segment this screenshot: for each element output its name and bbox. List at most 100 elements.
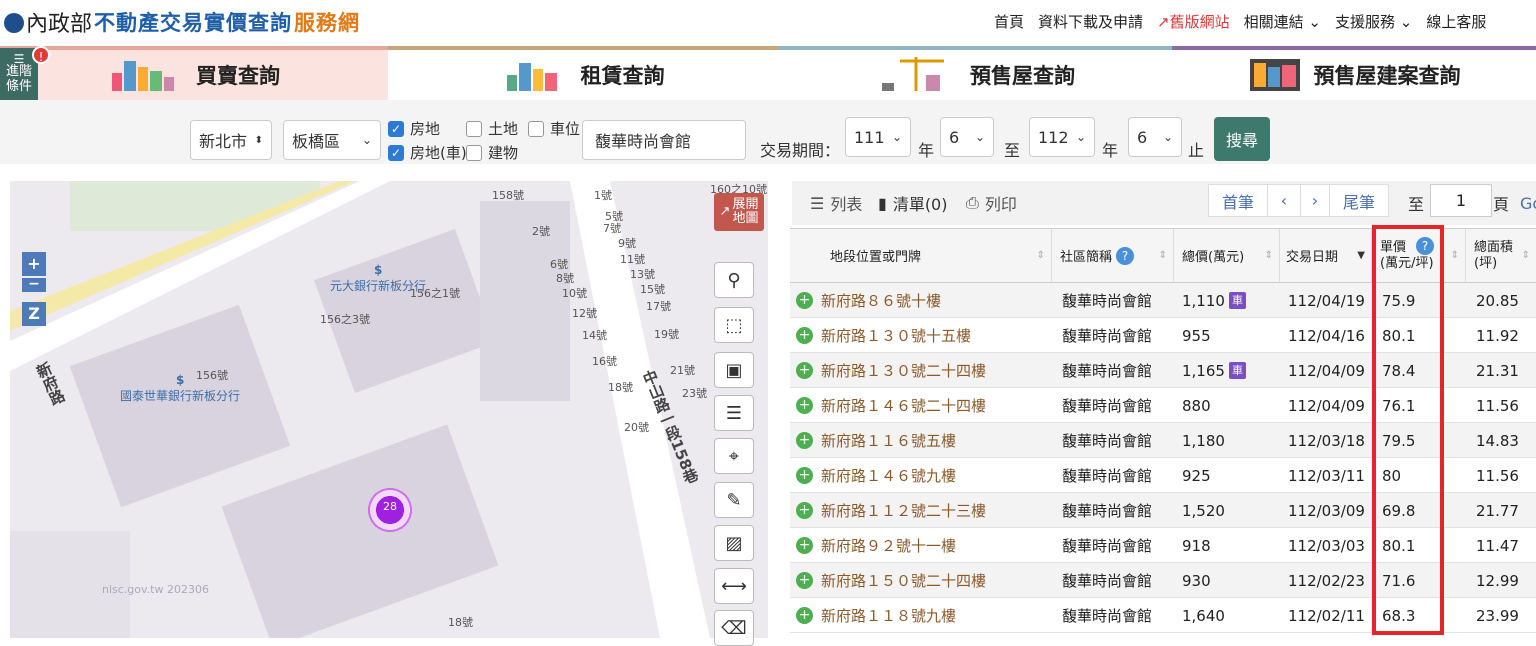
expand-row-icon[interactable]: + <box>796 397 813 414</box>
col-header-date[interactable]: 交易日期 ▼ <box>1280 229 1372 283</box>
draw-tool-button[interactable]: ✎ <box>714 482 754 518</box>
tab-sale[interactable]: 買賣查詢 <box>0 46 388 100</box>
checkbox-land[interactable]: 土地 <box>466 118 518 139</box>
external-link-icon: ↗ <box>719 204 731 219</box>
cell-address[interactable]: + 新府路１４６號九樓 <box>796 458 956 493</box>
zoom-out-button[interactable]: − <box>22 277 46 292</box>
col-header-total-price[interactable]: 總價(萬元) ⇕ <box>1174 229 1280 283</box>
address-text[interactable]: 新府路１５０號二十四樓 <box>821 570 986 591</box>
expand-row-icon[interactable]: + <box>796 537 813 554</box>
cell-area: 20.85 <box>1476 291 1519 310</box>
to-month-select[interactable]: 6 ⌄ <box>1128 117 1182 157</box>
alert-badge: ! <box>32 46 50 64</box>
checkbox-building[interactable]: 建物 <box>466 142 518 163</box>
to-year-select[interactable]: 112 ⌄ <box>1029 117 1095 157</box>
tab-presale[interactable]: 預售屋查詢 <box>779 46 1172 100</box>
advanced-conditions-button[interactable]: ☰ 進階條件 ! <box>0 46 50 104</box>
map-label: 18號 <box>608 381 633 394</box>
map-view[interactable]: 158號 1號 2號 5號 7號 9號 6號 11號 8號 13號 10號 15… <box>10 181 768 638</box>
col-header-area[interactable]: 總面積 (坪) ⇕ <box>1466 229 1536 283</box>
nav-old-site[interactable]: ↗舊版網站 <box>1157 11 1230 32</box>
measure-button[interactable]: ⟷ <box>714 568 754 604</box>
layers-button[interactable]: ☰ <box>714 395 754 431</box>
eraser-button[interactable]: ⌫ <box>714 610 754 646</box>
tab-rent[interactable]: 租賃查詢 <box>388 46 779 100</box>
next-page-button[interactable]: › <box>1300 184 1330 217</box>
pen-icon: ✎ <box>726 489 742 511</box>
prev-page-button[interactable]: ‹ <box>1267 184 1301 217</box>
district-select[interactable]: 板橋區 ⌄ <box>283 120 381 160</box>
locate-button[interactable]: ⌖ <box>714 438 754 474</box>
address-text[interactable]: 新府路１１８號九樓 <box>821 605 956 626</box>
hatch-area-button[interactable]: ▨ <box>714 525 754 561</box>
expand-row-icon[interactable]: + <box>796 327 813 344</box>
pin-tool-button[interactable]: ⚲ <box>714 262 754 298</box>
cell-address[interactable]: + 新府路１１８號九樓 <box>796 598 956 633</box>
cell-address[interactable]: + 新府路１４６號二十四樓 <box>796 388 986 423</box>
address-text[interactable]: 新府路９２號十一樓 <box>821 535 956 556</box>
select-area-button[interactable]: ⬚ <box>714 307 754 343</box>
nav-online-service[interactable]: 線上客服 <box>1426 11 1486 32</box>
address-text[interactable]: 新府路１４６號九樓 <box>821 465 956 486</box>
address-text[interactable]: 新府路１３０號十五樓 <box>821 325 971 346</box>
transaction-cluster-marker[interactable]: 28 <box>360 480 420 540</box>
nav-download[interactable]: 資料下載及申請 <box>1038 11 1143 32</box>
col-header-address[interactable]: 地段位置或門牌 ⇕ <box>790 229 1052 283</box>
cell-area: 11.47 <box>1476 536 1519 555</box>
expand-row-icon[interactable]: + <box>796 607 813 624</box>
parking-badge: 車 <box>1228 292 1246 309</box>
tab-presale-project[interactable]: 預售屋建案查詢 <box>1172 46 1536 100</box>
expand-row-icon[interactable]: + <box>796 432 813 449</box>
map-label: 21號 <box>670 364 695 377</box>
list-view-button[interactable]: ☰ 列表 <box>810 181 862 225</box>
expand-row-icon[interactable]: + <box>796 572 813 589</box>
from-month-select[interactable]: 6 ⌄ <box>940 117 994 157</box>
keyword-input[interactable]: 馥華時尚會館 <box>582 120 746 160</box>
cell-address[interactable]: + 新府路１１２號二十三樓 <box>796 493 986 528</box>
expand-row-icon[interactable]: + <box>796 362 813 379</box>
page-number-input[interactable]: 1 <box>1430 184 1492 217</box>
crosshair-icon: ⌖ <box>728 445 740 467</box>
chevron-down-icon: ⌄ <box>891 130 902 144</box>
expand-row-icon[interactable]: + <box>796 467 813 484</box>
cell-area: 11.92 <box>1476 326 1519 345</box>
bookmark-list-button[interactable]: ▮ 清單(0) <box>878 181 947 225</box>
cell-address[interactable]: + 新府路１５０號二十四樓 <box>796 563 986 598</box>
frame-tool-button[interactable]: ▣ <box>714 352 754 388</box>
last-page-button[interactable]: 尾筆 <box>1329 184 1389 217</box>
checkbox-parking[interactable]: 車位 <box>528 118 580 139</box>
cell-address[interactable]: + 新府路８６號十樓 <box>796 283 941 318</box>
cell-total-price: 955 <box>1182 326 1211 345</box>
cell-address[interactable]: + 新府路９２號十一樓 <box>796 528 956 563</box>
first-page-button[interactable]: 首筆 <box>1208 184 1268 217</box>
help-icon[interactable]: ? <box>1116 246 1135 265</box>
site-logo[interactable]: 內政部 不動產交易實價查詢 服務網 <box>4 6 360 38</box>
cell-address[interactable]: + 新府路１３０號十五樓 <box>796 318 971 353</box>
address-text[interactable]: 新府路８６號十樓 <box>821 290 941 311</box>
address-text[interactable]: 新府路１１２號二十三樓 <box>821 500 986 521</box>
cell-address[interactable]: + 新府路１１６號五樓 <box>796 423 956 458</box>
go-page-button[interactable]: Go <box>1520 181 1536 225</box>
address-text[interactable]: 新府路１４６號二十四樓 <box>821 395 986 416</box>
expand-map-button[interactable]: ↗ 展開地圖 <box>714 193 764 231</box>
from-year-select[interactable]: 111 ⌄ <box>845 117 911 157</box>
nav-links[interactable]: 相關連結 ⌄ <box>1244 11 1321 32</box>
city-select[interactable]: 新北市 ⬍ <box>190 120 272 160</box>
address-text[interactable]: 新府路１１６號五樓 <box>821 430 956 451</box>
cell-address[interactable]: + 新府路１３０號二十四樓 <box>796 353 986 388</box>
zoom-z-button[interactable]: Z <box>22 302 46 326</box>
chevron-left-icon: ‹ <box>1280 191 1288 210</box>
expand-row-icon[interactable]: + <box>796 502 813 519</box>
nav-home[interactable]: 首頁 <box>994 11 1024 32</box>
print-button[interactable]: ⎙ 列印 <box>966 181 1017 225</box>
nav-support[interactable]: 支援服務 ⌄ <box>1335 11 1412 32</box>
checkbox-house-land[interactable]: ✓ 房地 <box>388 118 440 139</box>
expand-row-icon[interactable]: + <box>796 292 813 309</box>
map-label: 16號 <box>592 355 617 368</box>
col-header-community[interactable]: 社區簡稱? ⇕ <box>1052 229 1174 283</box>
checkbox-house-land-parking[interactable]: ✓ 房地(車) <box>388 142 467 163</box>
cell-community: 馥華時尚會館 <box>1062 292 1153 310</box>
search-button[interactable]: 搜尋 <box>1214 117 1270 161</box>
zoom-in-button[interactable]: + <box>22 252 46 276</box>
address-text[interactable]: 新府路１３０號二十四樓 <box>821 360 986 381</box>
